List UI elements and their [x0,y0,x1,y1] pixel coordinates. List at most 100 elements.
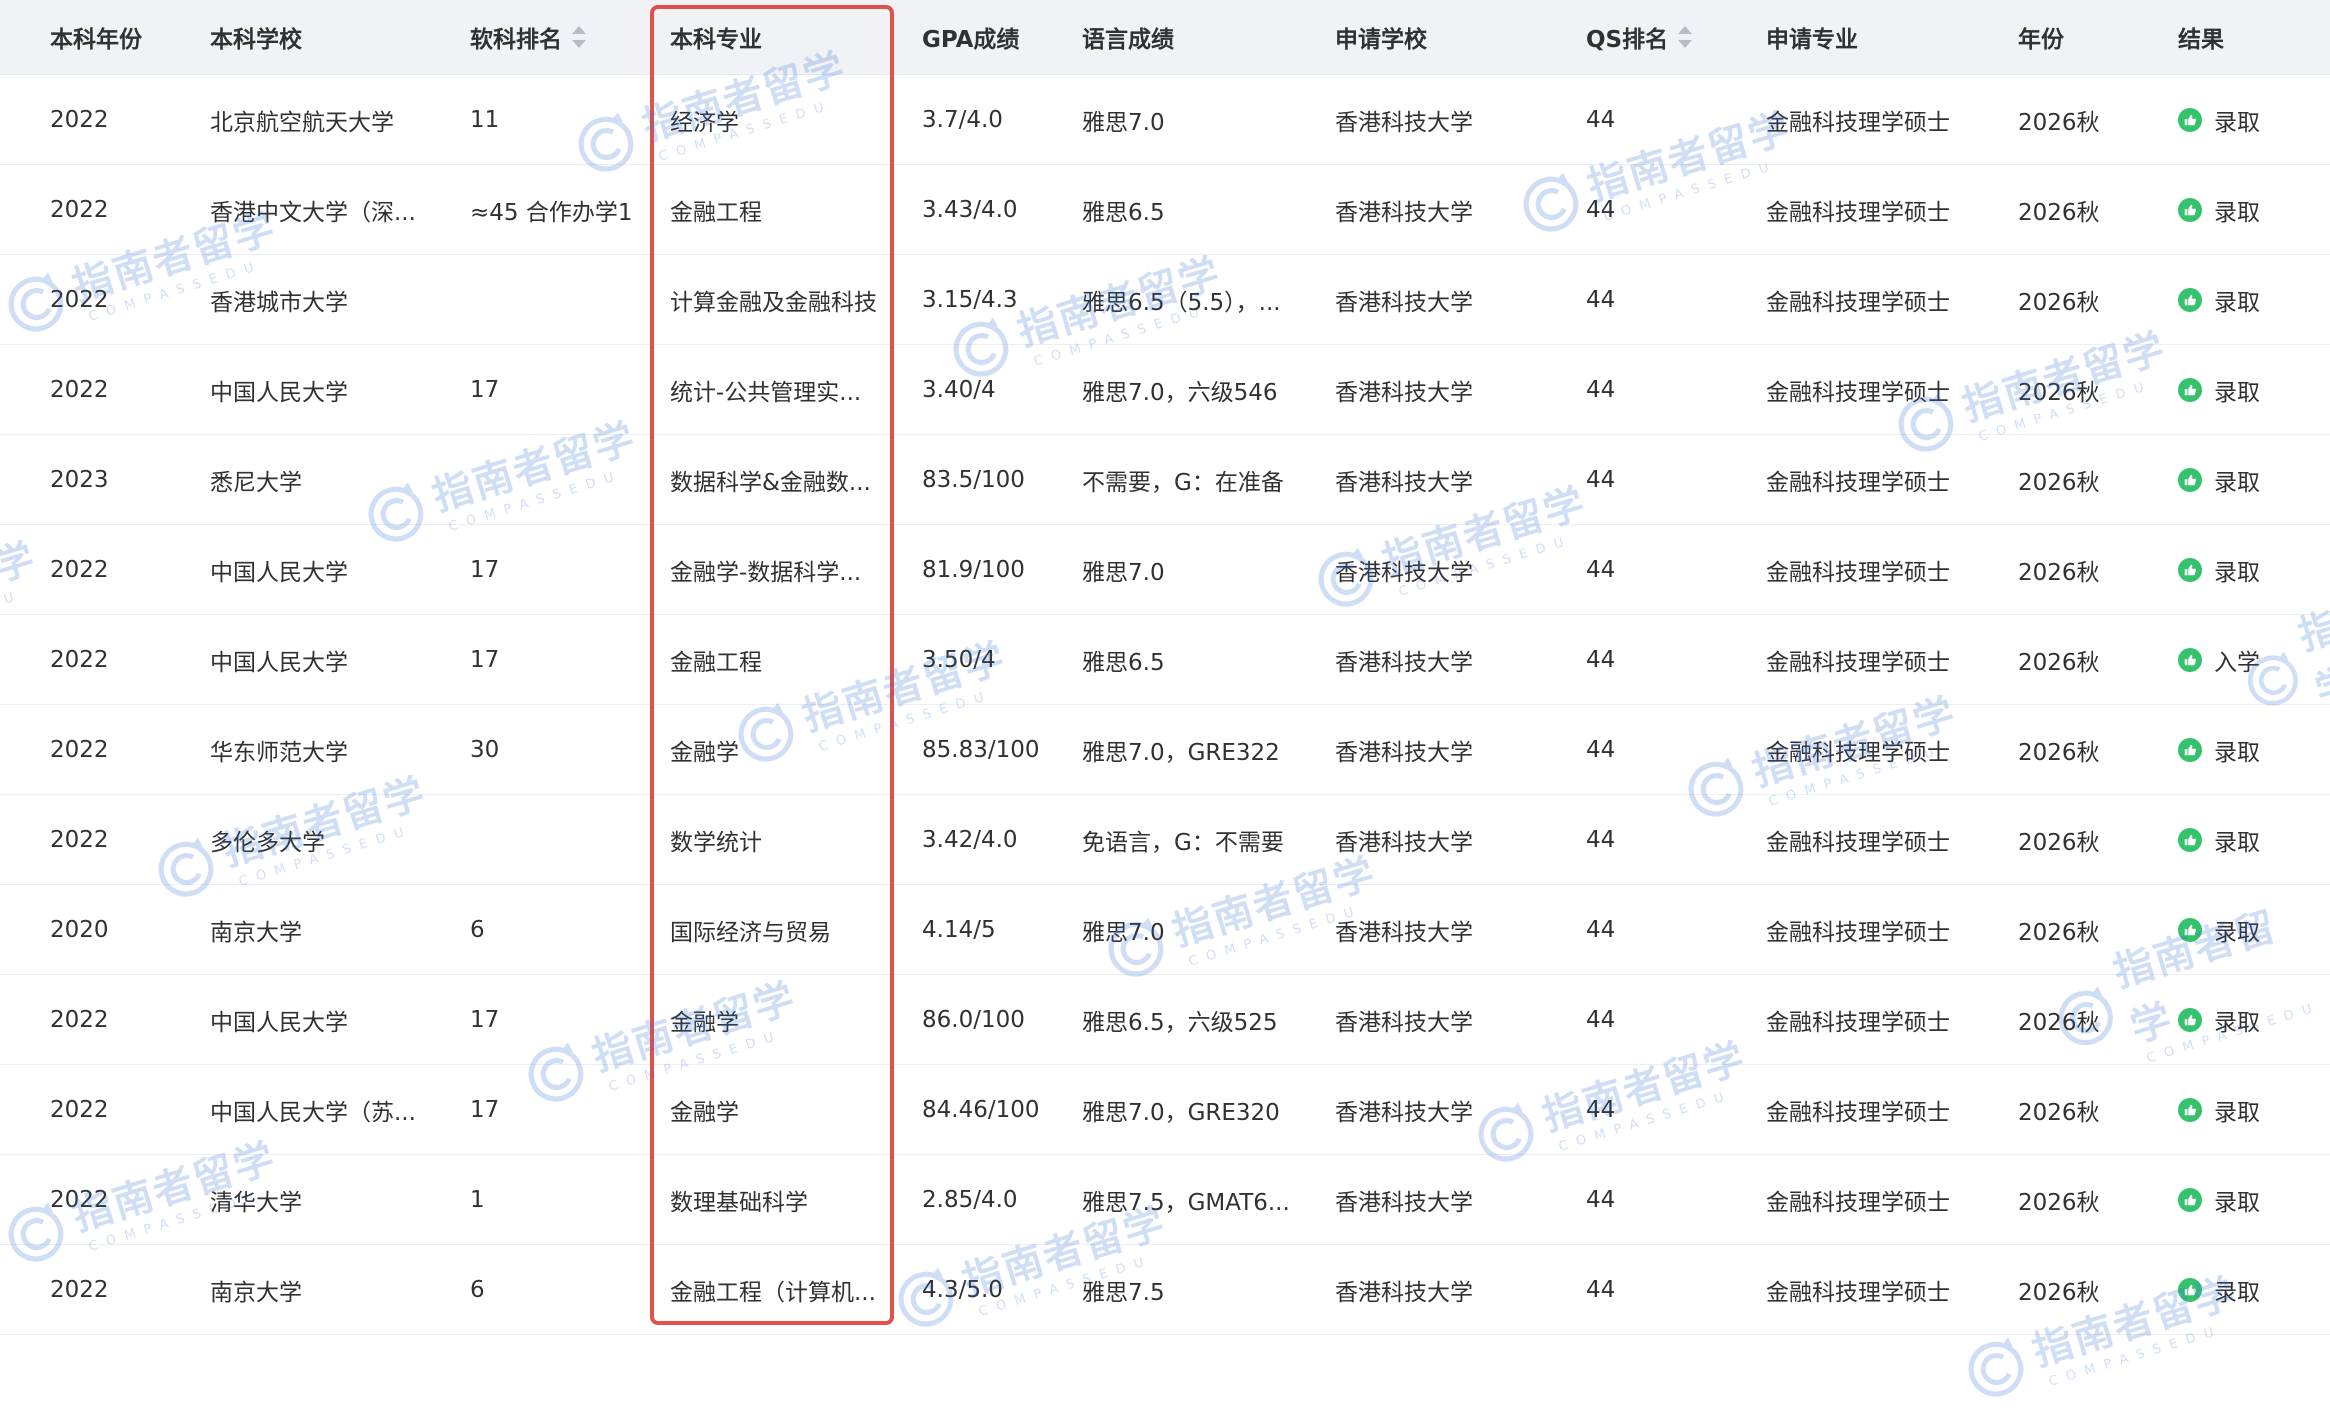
cell-text: 3.42/4.0 [922,827,1018,853]
cell-gpa: 2.85/4.0 [922,1155,1072,1244]
thumbs-up-icon [2178,1188,2202,1212]
cell-text: 香港科技大学 [1335,553,1473,587]
cell-text: 录取 [2214,823,2260,857]
cell-text: 香港科技大学 [1335,913,1473,947]
cell-gpa: 84.46/100 [922,1065,1072,1154]
cell-qs-rank: 44 [1586,795,1756,884]
cell-qs-rank: 44 [1586,615,1756,704]
table-row[interactable]: 2022中国人民大学17统计-公共管理实...3.40/4雅思7.0，六级546… [0,345,2330,435]
sort-caret-icon[interactable] [1678,23,1692,51]
cell-gpa: 86.0/100 [922,975,1072,1064]
cell-school: 南京大学 [210,885,460,974]
cell-term: 2026秋 [2018,885,2168,974]
table-row[interactable]: 2022北京航空航天大学11经济学3.7/4.0雅思7.0香港科技大学44金融科… [0,75,2330,165]
column-header-label: 申请学校 [1335,20,1427,54]
cell-text: 44 [1586,377,1615,403]
table-row[interactable]: 2022中国人民大学（苏...17金融学84.46/100雅思7.0，GRE32… [0,1065,2330,1155]
cell-text: 雅思6.5，六级525 [1082,1003,1277,1037]
table-row[interactable]: 2022清华大学1数理基础科学2.85/4.0雅思7.5，GMAT6...香港科… [0,1155,2330,1245]
cell-text: 计算金融及金融科技 [670,283,877,317]
cell-ranking: ≈45 合作办学1 [470,165,665,254]
cell-school: 南京大学 [210,1245,460,1334]
cell-text: 金融科技理学硕士 [1766,1273,1950,1307]
cell-text: 中国人民大学 [210,373,348,407]
thumbs-up-icon [2178,738,2202,762]
cell-text: 85.83/100 [922,737,1040,763]
cell-result: 录取 [2178,1155,2318,1244]
cell-qs-rank: 44 [1586,525,1756,614]
cell-ranking [470,435,665,524]
cell-text: 86.0/100 [922,1007,1025,1033]
cell-text: 免语言，G：不需要 [1082,823,1284,857]
column-header-gpa: GPA成绩 [922,0,1072,74]
cell-major: 金融工程 [670,165,895,254]
column-header-qs-rank[interactable]: QS排名 [1586,0,1756,74]
cell-text: 6 [470,917,485,943]
cell-text: 南京大学 [210,913,302,947]
column-header-ranking[interactable]: 软科排名 [470,0,665,74]
cell-year: 2022 [50,75,200,164]
cell-text: 入学 [2214,643,2260,677]
cell-term: 2026秋 [2018,1245,2168,1334]
cell-text: 2022 [50,287,109,313]
table-row[interactable]: 2023悉尼大学数据科学&金融数...83.5/100不需要，G：在准备香港科技… [0,435,2330,525]
cell-text: 2023 [50,467,109,493]
cell-apply-major: 金融科技理学硕士 [1766,255,2006,344]
cell-language: 雅思7.0 [1082,525,1327,614]
cell-text: 44 [1586,197,1615,223]
cell-text: 44 [1586,1007,1615,1033]
table-row[interactable]: 2022华东师范大学30金融学85.83/100雅思7.0，GRE322香港科技… [0,705,2330,795]
column-header-label: 本科学校 [210,20,302,54]
cell-school: 香港城市大学 [210,255,460,344]
sort-caret-icon[interactable] [572,23,586,51]
column-header-language: 语言成绩 [1082,0,1327,74]
column-header-label: 本科年份 [50,20,142,54]
cell-major: 金融学 [670,975,895,1064]
cell-text: 雅思6.5 [1082,193,1165,227]
cell-text: 清华大学 [210,1183,302,1217]
table-row[interactable]: 2022中国人民大学17金融学-数据科学...81.9/100雅思7.0香港科技… [0,525,2330,615]
table-row[interactable]: 2022香港中文大学（深...≈45 合作办学1金融工程3.43/4.0雅思6.… [0,165,2330,255]
cell-text: 金融学 [670,733,739,767]
cell-text: 录取 [2214,1003,2260,1037]
table-row[interactable]: 2022中国人民大学17金融工程3.50/4雅思6.5香港科技大学44金融科技理… [0,615,2330,705]
cell-language: 雅思6.5（5.5），... [1082,255,1327,344]
cell-school: 中国人民大学 [210,615,460,704]
cell-text: 录取 [2214,103,2260,137]
cell-text: 金融科技理学硕士 [1766,913,1950,947]
table-row[interactable]: 2022南京大学6金融工程（计算机...4.3/5.0雅思7.5香港科技大学44… [0,1245,2330,1335]
cell-apply-major: 金融科技理学硕士 [1766,165,2006,254]
column-header-label: 软科排名 [470,20,562,54]
cell-text: 国际经济与贸易 [670,913,831,947]
cell-school: 华东师范大学 [210,705,460,794]
thumbs-up-icon [2178,558,2202,582]
cell-result: 录取 [2178,525,2318,614]
column-header-result: 结果 [2178,0,2318,74]
cell-text: 金融科技理学硕士 [1766,283,1950,317]
cell-gpa: 3.40/4 [922,345,1072,434]
table-row[interactable]: 2022多伦多大学数学统计3.42/4.0免语言，G：不需要香港科技大学44金融… [0,795,2330,885]
cell-text: 录取 [2214,553,2260,587]
cell-language: 雅思7.0，六级546 [1082,345,1327,434]
table-row[interactable]: 2022香港城市大学计算金融及金融科技3.15/4.3雅思6.5（5.5），..… [0,255,2330,345]
cell-language: 雅思7.0 [1082,885,1327,974]
cell-result: 录取 [2178,345,2318,434]
cell-text: 南京大学 [210,1273,302,1307]
table-row[interactable]: 2020南京大学6国际经济与贸易4.14/5雅思7.0香港科技大学44金融科技理… [0,885,2330,975]
cell-school: 中国人民大学 [210,975,460,1064]
cell-text: 香港科技大学 [1335,1093,1473,1127]
cell-major: 金融学-数据科学... [670,525,895,614]
column-header-label: 语言成绩 [1082,20,1174,54]
table-row[interactable]: 2022中国人民大学17金融学86.0/100雅思6.5，六级525香港科技大学… [0,975,2330,1065]
cell-text: 6 [470,1277,485,1303]
cell-text: 2026秋 [2018,733,2100,767]
cell-school: 中国人民大学 [210,525,460,614]
cell-text: 录取 [2214,1183,2260,1217]
cell-term: 2026秋 [2018,255,2168,344]
cell-text: 44 [1586,827,1615,853]
cell-gpa: 3.43/4.0 [922,165,1072,254]
cell-text: 44 [1586,1187,1615,1213]
cell-text: 金融学 [670,1003,739,1037]
cell-term: 2026秋 [2018,705,2168,794]
column-header-label: 结果 [2178,20,2224,54]
